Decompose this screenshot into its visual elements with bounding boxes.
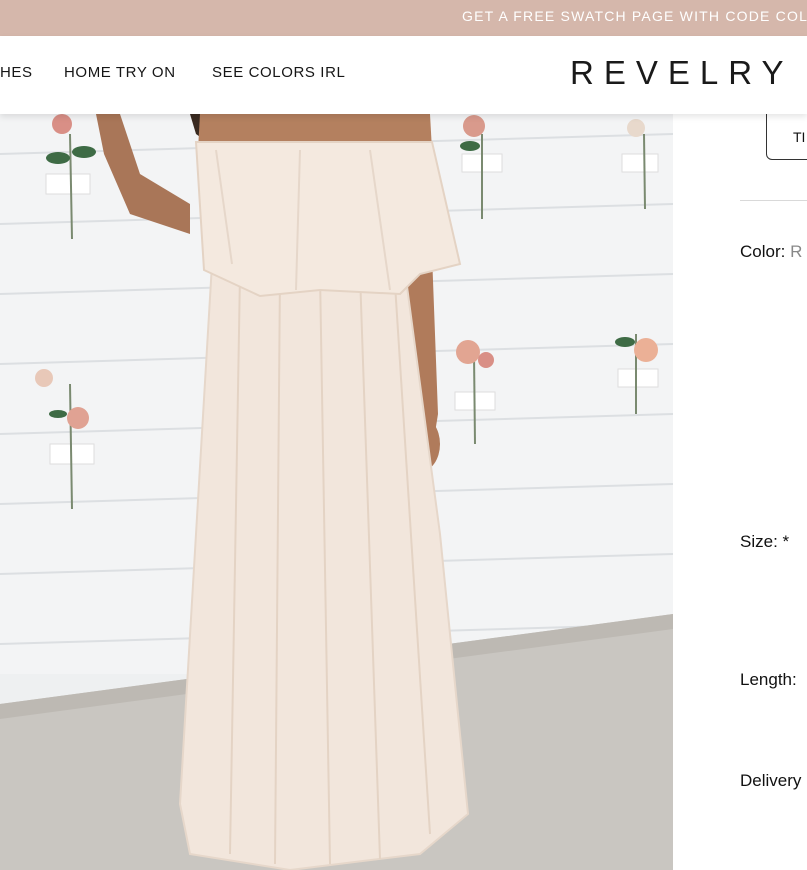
length-label: Length: bbox=[740, 670, 797, 689]
promo-text: GET A FREE SWATCH PAGE WITH CODE COL bbox=[462, 8, 807, 24]
nav-link-home-try-on[interactable]: HOME TRY ON bbox=[64, 64, 176, 81]
promo-banner[interactable]: GET A FREE SWATCH PAGE WITH CODE COL bbox=[0, 0, 807, 36]
option-button-label: TI bbox=[793, 129, 806, 145]
brand-logo[interactable]: REVELRY bbox=[570, 54, 793, 92]
delivery-label: Delivery bbox=[740, 771, 802, 790]
section-divider bbox=[740, 200, 807, 201]
color-value: R bbox=[790, 242, 803, 261]
dress-photo-illustration bbox=[0, 114, 673, 870]
color-label-row: Color: R bbox=[740, 242, 802, 262]
color-label: Color: bbox=[740, 242, 786, 261]
top-navigation: HES HOME TRY ON SEE COLORS IRL REVELRY bbox=[0, 36, 807, 114]
nav-link-see-colors-irl[interactable]: SEE COLORS IRL bbox=[212, 64, 345, 81]
product-options-panel: TI Color: R Size: * Length: Delivery bbox=[673, 104, 807, 870]
size-label: Size: * bbox=[740, 532, 790, 551]
product-photo[interactable] bbox=[0, 114, 673, 870]
nav-link-partial[interactable]: HES bbox=[0, 64, 33, 81]
